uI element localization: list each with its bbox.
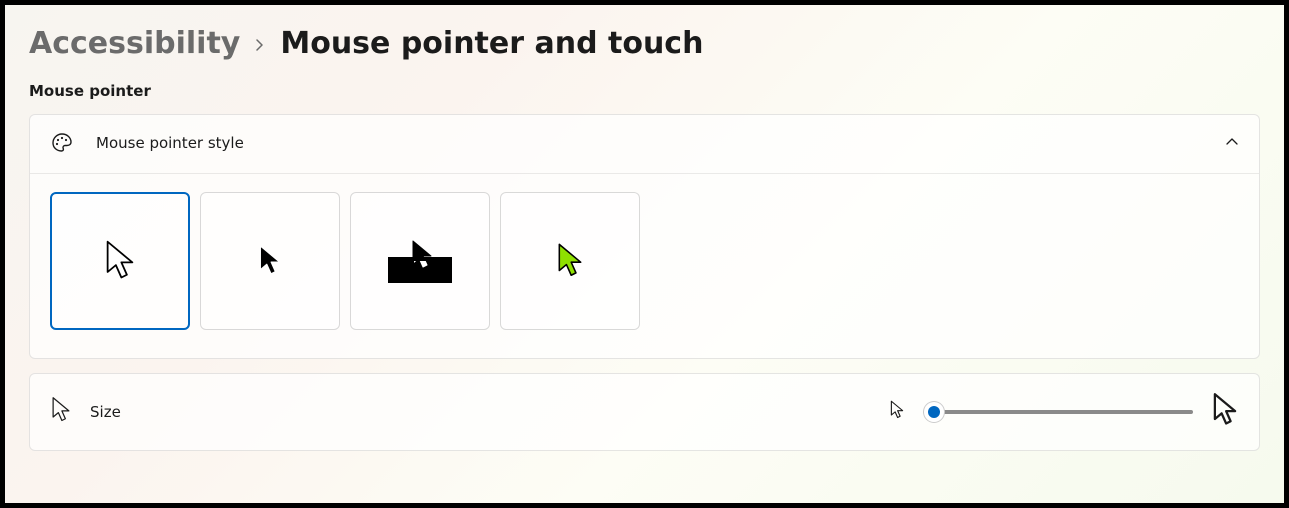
chevron-up-icon xyxy=(1225,134,1239,153)
pointer-style-inverted[interactable] xyxy=(350,192,490,330)
cursor-large-icon xyxy=(1211,392,1239,432)
pointer-style-custom[interactable] xyxy=(500,192,640,330)
breadcrumb-parent[interactable]: Accessibility xyxy=(29,27,240,60)
pointer-style-black[interactable] xyxy=(200,192,340,330)
cursor-icon xyxy=(50,396,72,428)
size-slider-thumb[interactable] xyxy=(923,401,945,423)
palette-icon xyxy=(50,131,78,155)
pointer-style-options xyxy=(30,173,1259,358)
pointer-style-label: Mouse pointer style xyxy=(96,134,244,152)
page-title: Mouse pointer and touch xyxy=(280,27,703,60)
breadcrumb: Accessibility Mouse pointer and touch xyxy=(29,27,1260,60)
pointer-style-header[interactable]: Mouse pointer style xyxy=(30,115,1259,173)
pointer-style-white[interactable] xyxy=(50,192,190,330)
pointer-size-label: Size xyxy=(90,403,121,421)
chevron-right-icon xyxy=(254,33,266,57)
size-slider[interactable] xyxy=(923,402,1193,422)
pointer-style-card: Mouse pointer style xyxy=(29,114,1260,359)
cursor-small-icon xyxy=(889,400,905,424)
section-title: Mouse pointer xyxy=(29,82,1260,100)
pointer-size-card: Size xyxy=(29,373,1260,451)
